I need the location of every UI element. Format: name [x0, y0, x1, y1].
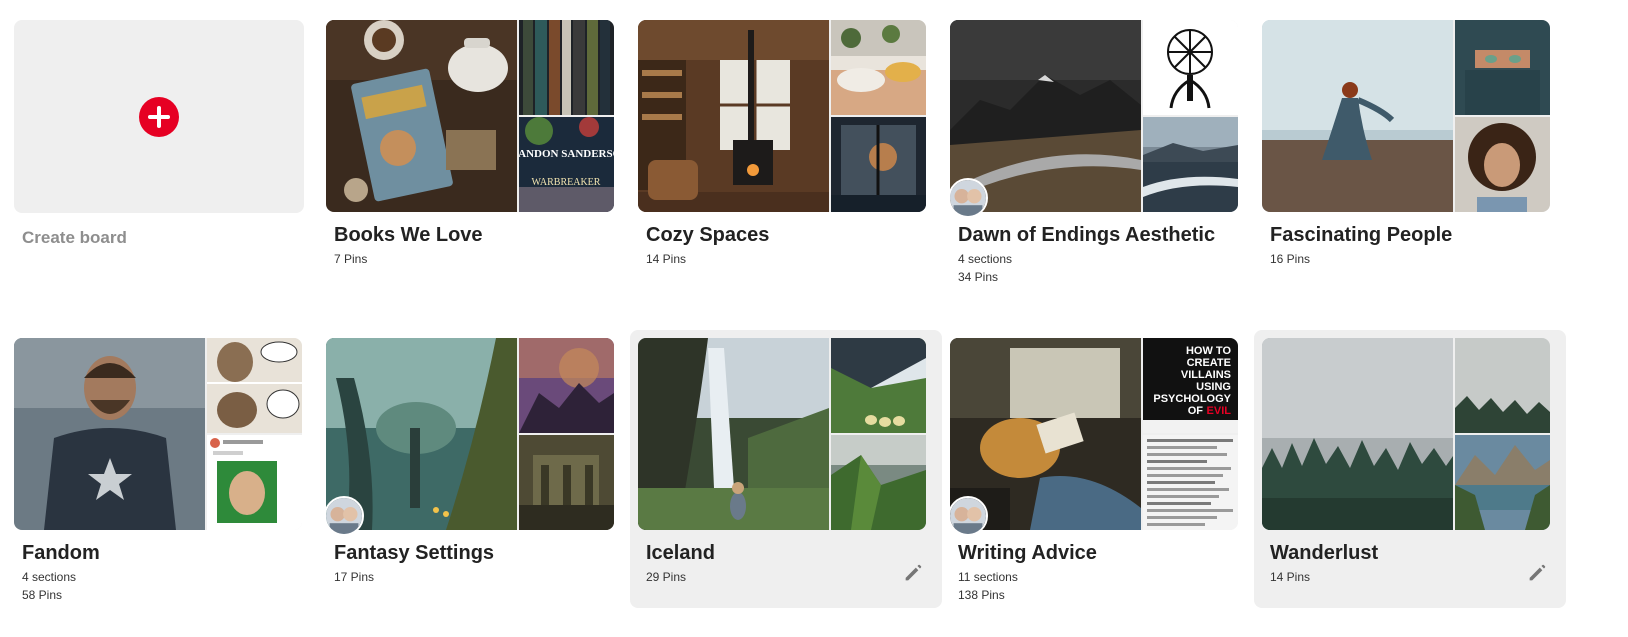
board-pin-count: 17 Pins	[334, 570, 375, 584]
cover-image-mountain-lake	[1455, 435, 1550, 530]
warbreaker-title: WARBREAKER	[532, 177, 601, 188]
board-title[interactable]: Writing Advice	[958, 542, 1097, 565]
cover-image-superhero	[14, 338, 205, 530]
board-pin-count: 138 Pins	[958, 588, 1005, 602]
villains-line-6: OF	[1188, 405, 1204, 417]
create-board-tile[interactable]	[14, 20, 304, 213]
collaborator-avatar[interactable]	[948, 178, 988, 218]
board-card-wanderlust[interactable]: Wanderlust 14 Pins	[1254, 330, 1566, 608]
boards-grid: Create board ANDON SANDERS WARBREAKER Bo…	[0, 0, 1628, 637]
cover-image-waterfall	[638, 338, 829, 530]
cover-image-misty-figure	[1262, 20, 1453, 212]
board-pin-count: 58 Pins	[22, 588, 63, 602]
cover-image-foggy-forest	[1262, 338, 1453, 530]
board-pin-count: 34 Pins	[958, 270, 999, 284]
board-title[interactable]: Fantasy Settings	[334, 542, 494, 565]
board-cover[interactable]	[1262, 20, 1550, 212]
create-board-label[interactable]: Create board	[22, 228, 127, 248]
pencil-icon[interactable]	[1526, 562, 1548, 584]
board-title[interactable]: Fandom	[22, 542, 100, 565]
board-card-fascinating-people[interactable]: Fascinating People 16 Pins	[1254, 12, 1566, 312]
board-cover[interactable]	[14, 338, 302, 530]
plus-circle-icon[interactable]	[139, 97, 179, 137]
cover-image-green-valley	[831, 435, 926, 530]
warbreaker-author: BRANDON SANDERSON	[519, 148, 614, 160]
cover-image-purple-sky-castle	[519, 338, 614, 433]
board-cover[interactable]	[638, 338, 926, 530]
cover-image-warbreaker: BRANDON SANDERSON WARBREAKER	[519, 117, 614, 212]
board-cover[interactable]	[638, 20, 926, 212]
board-cover[interactable]	[950, 20, 1238, 212]
pencil-icon[interactable]	[902, 562, 924, 584]
board-card-fantasy-settings[interactable]: Fantasy Settings 17 Pins	[318, 330, 630, 630]
board-pin-count: 14 Pins	[1270, 570, 1311, 584]
create-board-card[interactable]: Create board	[8, 12, 320, 312]
board-section-count: 4 sections	[22, 570, 77, 584]
cover-image-stormy-beach	[1143, 117, 1238, 212]
cover-image-book-spines	[519, 20, 614, 115]
cover-image-cozy-bed	[831, 20, 926, 115]
board-card-books-we-love[interactable]: BRANDON SANDERSON WARBREAKER Books We Lo…	[318, 12, 630, 312]
villains-line-2: CREATE	[1187, 357, 1231, 369]
cover-image-norse-symbol	[1143, 20, 1238, 115]
cover-image-tweet-screenshot	[207, 435, 302, 530]
board-card-cozy-spaces[interactable]: Cozy Spaces 14 Pins	[630, 12, 942, 312]
villains-line-5: PSYCHOLOGY	[1153, 393, 1231, 405]
board-section-count: 4 sections	[958, 252, 1013, 266]
cover-image-misty-hills	[1455, 338, 1550, 433]
cover-image-cabin-interior	[638, 20, 829, 212]
cover-image-rainy-window	[831, 117, 926, 212]
board-card-iceland[interactable]: Iceland 29 Pins	[630, 330, 942, 608]
board-cover[interactable]: BRANDON SANDERSON WARBREAKER	[326, 20, 614, 212]
villains-line-1: HOW TO	[1186, 345, 1231, 357]
villains-line-4: USING	[1196, 381, 1231, 393]
board-section-count: 11 sections	[958, 570, 1018, 584]
collaborator-avatar[interactable]	[948, 496, 988, 536]
board-card-fandom[interactable]: Fandom 4 sections 58 Pins	[6, 330, 318, 630]
board-cover[interactable]	[1262, 338, 1550, 530]
cover-image-text-notes	[1143, 435, 1238, 530]
cover-image-villains-infographic: HOW TO CREATE VILLAINS USING PSYCHOLOGY …	[1143, 338, 1238, 433]
board-pin-count: 14 Pins	[646, 252, 687, 266]
board-title[interactable]: Wanderlust	[1270, 542, 1378, 565]
board-pin-count: 29 Pins	[646, 570, 687, 584]
cover-image-ruined-temple	[519, 435, 614, 530]
board-pin-count: 16 Pins	[1270, 252, 1311, 266]
collaborator-avatar[interactable]	[324, 496, 364, 536]
cover-image-curly-hair-woman	[1455, 117, 1550, 212]
board-cover[interactable]	[326, 338, 614, 530]
board-card-dawn-of-endings-aesthetic[interactable]: Dawn of Endings Aesthetic 4 sections 34 …	[942, 12, 1254, 312]
board-title[interactable]: Dawn of Endings Aesthetic	[958, 224, 1215, 247]
cover-image-books-tea	[326, 20, 517, 212]
board-title[interactable]: Fascinating People	[1270, 224, 1452, 247]
villains-line-3: VILLAINS	[1181, 369, 1231, 381]
board-card-writing-advice[interactable]: HOW TO CREATE VILLAINS USING PSYCHOLOGY …	[942, 330, 1254, 630]
cover-image-veiled-woman	[1455, 20, 1550, 115]
cover-image-comic-panel	[207, 338, 302, 433]
villains-line-7: EVIL	[1207, 405, 1232, 417]
board-title[interactable]: Iceland	[646, 542, 715, 565]
board-cover[interactable]: HOW TO CREATE VILLAINS USING PSYCHOLOGY …	[950, 338, 1238, 530]
cover-image-sheep-cliffs	[831, 338, 926, 433]
board-title[interactable]: Cozy Spaces	[646, 224, 769, 247]
board-title[interactable]: Books We Love	[334, 224, 483, 247]
board-pin-count: 7 Pins	[334, 252, 368, 266]
